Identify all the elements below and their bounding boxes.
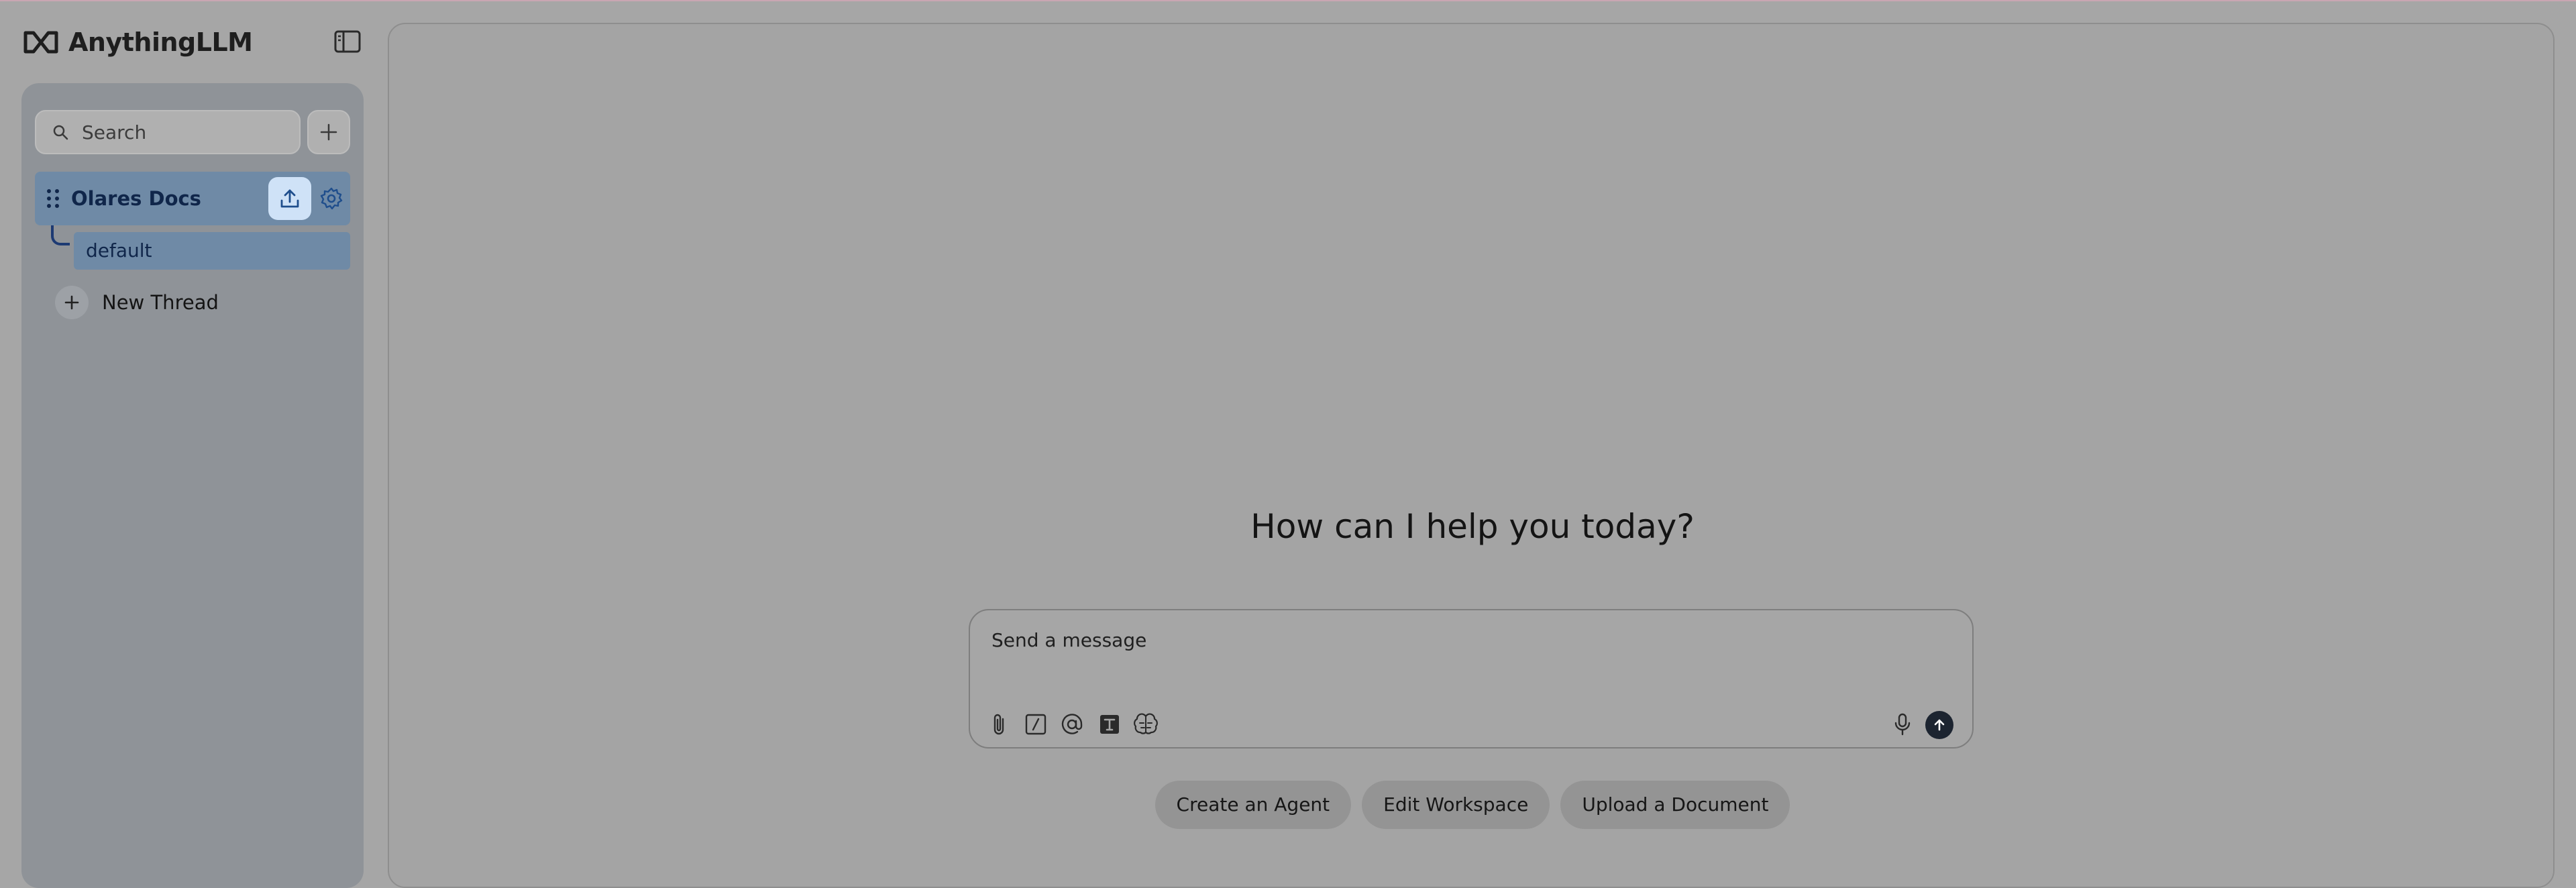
main-panel: How can I help you today? Send a message… (388, 23, 2555, 888)
message-input[interactable] (990, 628, 1862, 668)
search-box[interactable] (35, 110, 301, 154)
infinity-logo-icon (23, 31, 58, 54)
sidebar-toggle-icon (334, 30, 361, 53)
text-size-icon (1100, 715, 1119, 734)
sidebar-toggle-button[interactable] (331, 27, 364, 56)
brand-name: AnythingLLM (68, 27, 253, 57)
create-agent-button[interactable]: Create an Agent (1155, 781, 1352, 829)
paperclip-icon (994, 714, 1004, 735)
workspace-item-olares-docs[interactable]: Olares Docs (35, 172, 350, 225)
send-arrow-icon (1934, 719, 1945, 731)
mention-button[interactable] (1057, 710, 1087, 739)
thread-connector (51, 225, 70, 245)
slash-command-button[interactable] (1021, 710, 1051, 739)
slash-command-icon (1025, 714, 1046, 735)
brain-icon (1134, 713, 1158, 734)
upload-document-button[interactable]: Upload a Document (1560, 781, 1790, 829)
new-thread-button[interactable]: New Thread (55, 284, 219, 321)
at-mention-icon (1061, 714, 1083, 734)
window-top-border (0, 0, 2576, 1)
agent-skills-button[interactable] (1131, 710, 1161, 739)
upload-button[interactable] (268, 177, 311, 220)
drag-handle-icon[interactable] (46, 188, 60, 209)
add-workspace-button[interactable] (307, 110, 350, 154)
microphone-icon (1894, 713, 1911, 736)
suggestion-buttons: Create an Agent Edit Workspace Upload a … (389, 781, 2556, 829)
greeting-heading: How can I help you today? (1250, 507, 1695, 546)
new-thread-label: New Thread (102, 291, 219, 314)
voice-input-button[interactable] (1888, 710, 1917, 739)
sidebar: Olares Docs default New Thread (21, 83, 364, 888)
message-composer (969, 609, 1974, 748)
workspace-name: Olares Docs (71, 187, 201, 210)
text-size-button[interactable] (1095, 710, 1124, 739)
plus-icon (55, 286, 89, 319)
send-button[interactable] (1925, 711, 1953, 739)
workspace-settings-button[interactable] (314, 181, 349, 216)
search-icon (53, 125, 68, 140)
thread-item-default[interactable]: default (74, 232, 350, 270)
brand: AnythingLLM (23, 24, 253, 60)
upload-icon (280, 189, 299, 208)
gear-icon (320, 187, 343, 210)
search-input[interactable] (80, 120, 282, 144)
attach-button[interactable] (985, 710, 1014, 739)
edit-workspace-button[interactable]: Edit Workspace (1362, 781, 1550, 829)
plus-icon (320, 123, 337, 141)
